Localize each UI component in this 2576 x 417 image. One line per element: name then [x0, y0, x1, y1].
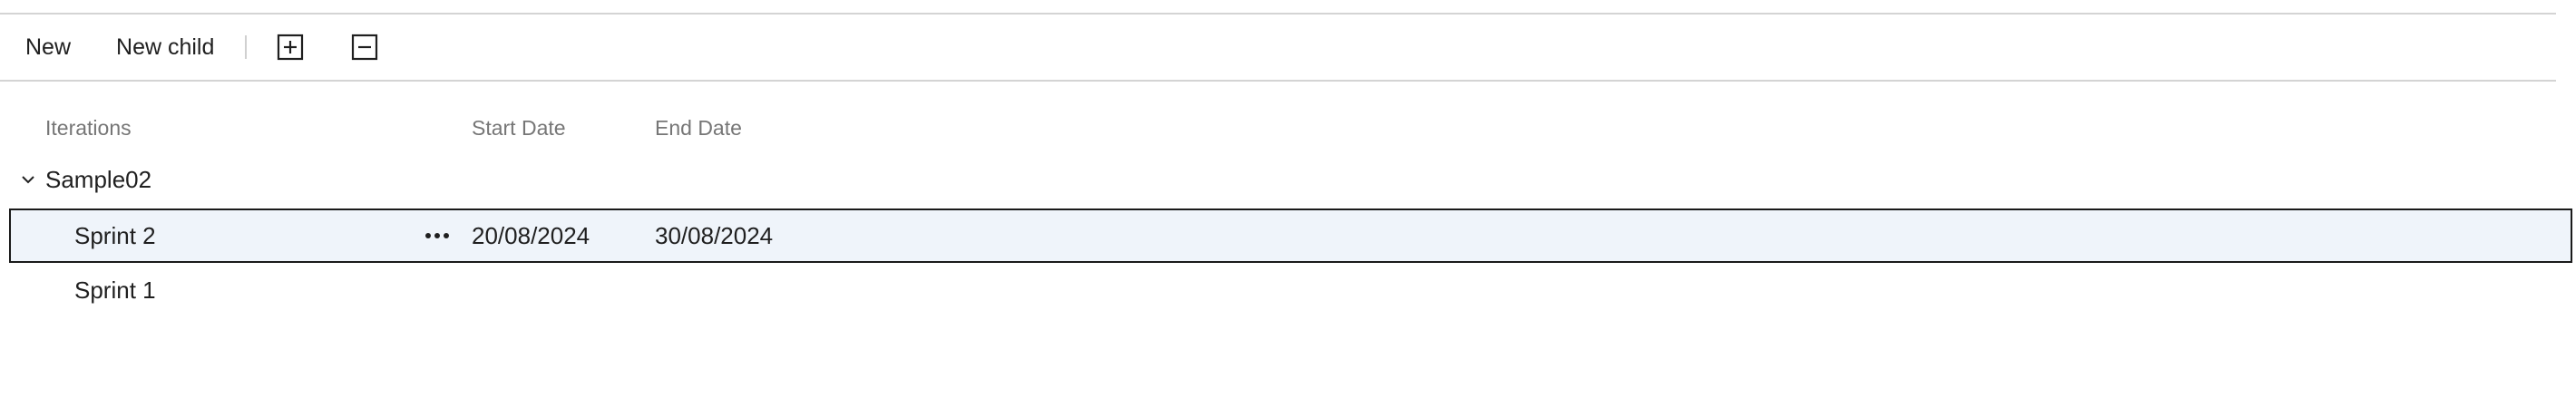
column-header-iterations: Iterations — [45, 116, 132, 140]
tree-row-name: Sprint 2 — [74, 222, 156, 249]
column-header-start-date: Start Date — [472, 116, 566, 140]
tree-row-parent[interactable]: Sample02 — [0, 152, 2576, 207]
toolbar: New New child — [0, 15, 2556, 80]
more-options-icon[interactable] — [421, 221, 454, 250]
tree-row-name: Sprint 1 — [74, 276, 156, 304]
tree-row-selected[interactable]: Sprint 2 20/08/2024 30/08/2024 — [9, 208, 2572, 263]
new-button[interactable]: New — [25, 34, 71, 61]
collapse-all-icon[interactable] — [351, 34, 378, 61]
new-child-button[interactable]: New child — [116, 34, 214, 61]
tree-row[interactable]: Sprint 1 — [0, 263, 2576, 317]
end-date-cell: 30/08/2024 — [655, 222, 774, 249]
start-date-cell: 20/08/2024 — [472, 222, 590, 249]
column-header-end-date: End Date — [655, 116, 742, 140]
chevron-down-icon[interactable] — [18, 170, 38, 189]
toolbar-separator — [245, 35, 248, 59]
toolbar-divider — [0, 80, 2556, 82]
tree-row-name: Sample02 — [45, 166, 152, 193]
expand-all-icon[interactable] — [277, 34, 304, 61]
